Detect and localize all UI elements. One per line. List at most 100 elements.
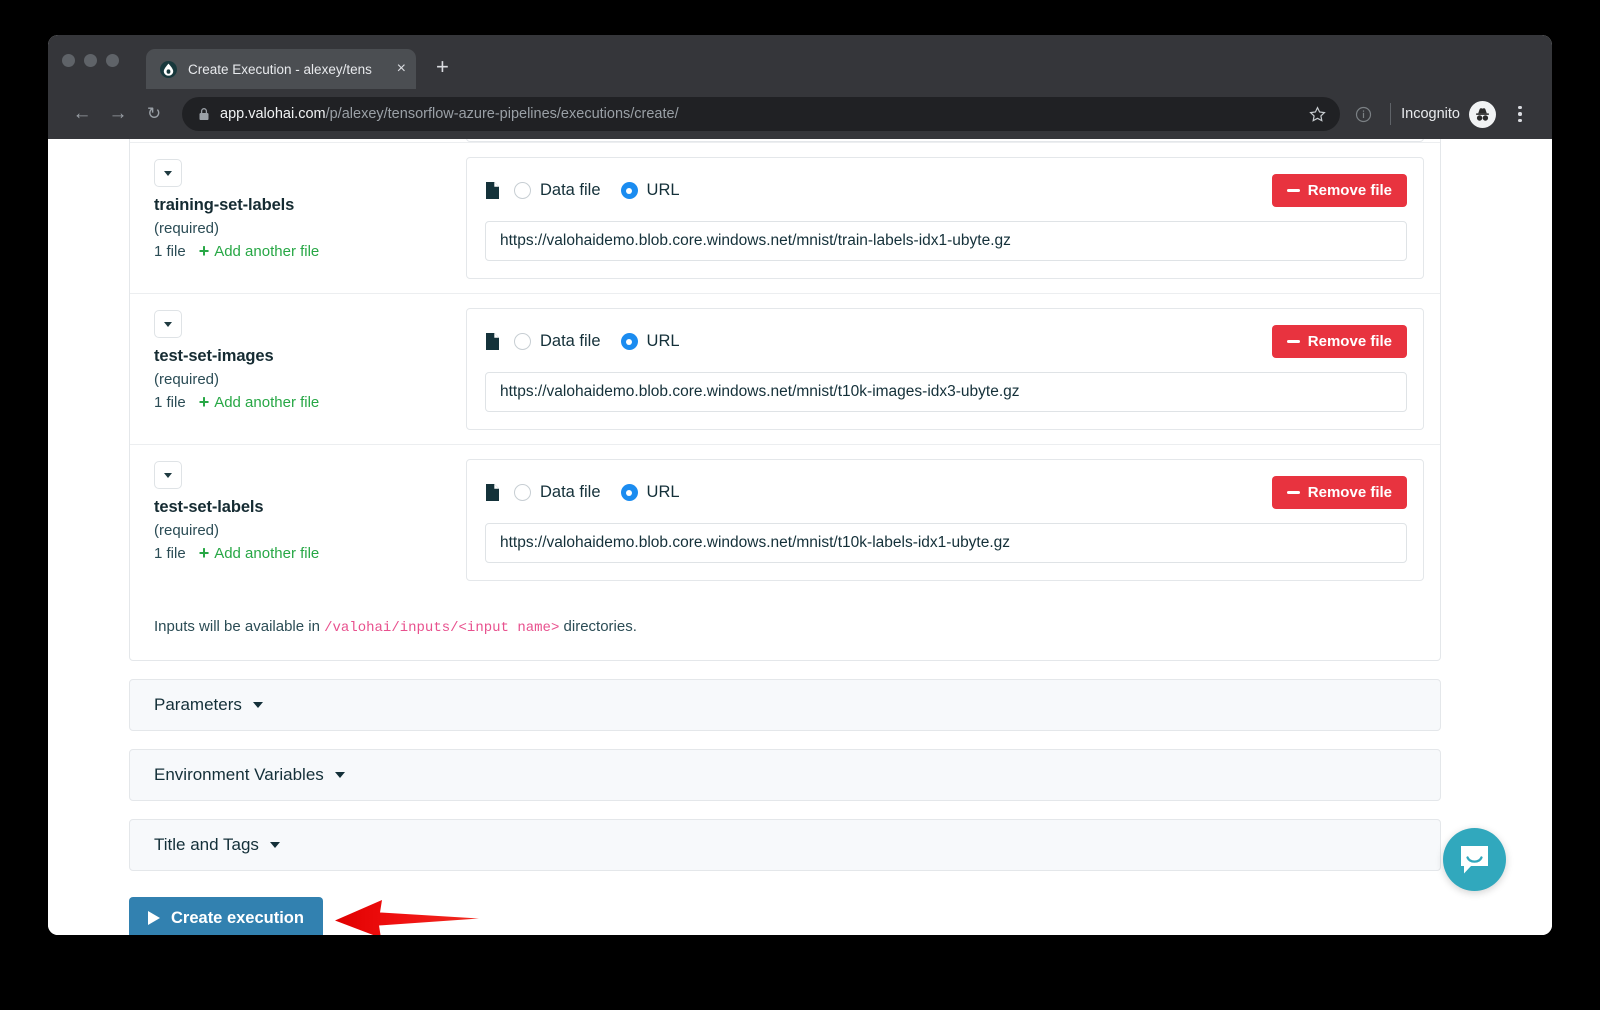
chevron-down-icon [334,772,345,778]
maximize-window-button[interactable] [106,54,119,67]
input-source-controls: Data file URL Remove file [485,325,1407,358]
radio-dot-selected [620,182,638,199]
reload-button[interactable]: ↻ [136,96,172,132]
radio-option-data-file[interactable]: Data file [514,332,601,351]
chevron-down-icon [269,842,280,848]
create-execution-button[interactable]: Create execution [129,897,323,935]
execution-form: training-set-labels (required) 1 file + … [129,139,1441,935]
remove-file-button[interactable]: Remove file [1271,325,1407,358]
section-environment-variables-label-group: Environment Variables [154,765,345,785]
browser-window: Create Execution - alexey/tens × + ← → ↻… [48,35,1552,935]
chevron-down-icon [164,321,172,327]
chevron-down-icon [164,472,172,478]
note-code-path: /valohai/inputs/<input name> [324,620,560,636]
add-another-file-link[interactable]: + Add another file [199,544,320,562]
address-bar[interactable]: app.valohai.com/p/alexey/tensorflow-azur… [182,97,1341,131]
play-icon [148,911,160,925]
minus-icon [1286,340,1300,343]
section-environment-variables[interactable]: Environment Variables [129,749,1441,801]
back-button[interactable]: ← [64,96,100,132]
add-another-file-link[interactable]: + Add another file [199,242,320,260]
input-url-field[interactable] [485,372,1407,412]
add-another-file-label: Add another file [214,393,320,411]
radio-dot [514,182,531,199]
file-icon [485,181,500,200]
input-row-left: training-set-labels (required) 1 file + … [154,157,466,260]
remove-file-button[interactable]: Remove file [1271,476,1407,509]
radio-dot-selected [620,484,638,501]
address-bar-path: /p/alexey/tensorflow-azure-pipelines/exe… [325,106,679,122]
section-title-and-tags[interactable]: Title and Tags [129,819,1441,871]
input-name-label: test-set-images [154,347,274,365]
browser-tab[interactable]: Create Execution - alexey/tens × [146,49,416,89]
radio-dot [514,484,531,501]
input-file-line: 1 file + Add another file [154,544,466,562]
chat-bubble-icon [1461,846,1488,874]
input-row: training-set-labels (required) 1 file + … [130,142,1440,293]
input-expand-toggle[interactable] [154,461,182,489]
browser-tab-title: Create Execution - alexey/tens [188,61,372,77]
valohai-droplet-icon [160,60,177,78]
add-another-file-label: Add another file [214,242,320,260]
section-parameters-label-group: Parameters [154,695,263,715]
kebab-menu-icon[interactable] [1504,97,1536,131]
radio-dot-selected [620,333,638,350]
incognito-label: Incognito [1401,106,1460,122]
file-icon [485,483,500,502]
incognito-avatar-icon[interactable] [1469,100,1496,128]
inputs-card: training-set-labels (required) 1 file + … [129,139,1441,661]
radio-label: Data file [540,181,601,199]
input-file-count: 1 file [154,242,186,260]
browser-tab-strip: Create Execution - alexey/tens × + [48,35,1552,89]
minus-icon [1286,491,1300,494]
remove-file-button[interactable]: Remove file [1271,174,1407,207]
chevron-down-icon [252,702,263,708]
forward-button[interactable]: → [100,96,136,132]
input-file-line: 1 file + Add another file [154,242,466,260]
minimize-window-button[interactable] [84,54,97,67]
intercom-chat-launcher[interactable] [1443,828,1506,891]
radio-option-data-file[interactable]: Data file [514,483,601,502]
note-suffix: directories. [559,618,637,635]
input-required-label: (required) [154,371,220,388]
info-circle-icon[interactable] [1346,97,1380,131]
remove-file-label: Remove file [1307,333,1392,350]
add-another-file-label: Add another file [214,544,320,562]
input-url-field[interactable] [485,221,1407,261]
remove-file-label: Remove file [1307,484,1392,501]
input-expand-toggle[interactable] [154,159,182,187]
radio-dot [514,333,531,350]
radio-option-url[interactable]: URL [620,181,680,200]
file-icon [485,332,500,351]
radio-option-data-file[interactable]: Data file [514,181,601,200]
input-expand-toggle[interactable] [154,310,182,338]
input-required-label: (required) [154,522,220,539]
input-source-radio-group: Data file URL [514,332,1272,351]
plus-icon: + [198,241,210,261]
section-parameters[interactable]: Parameters [129,679,1441,731]
toolbar-right-cluster: Incognito [1346,97,1536,131]
star-icon[interactable] [1309,105,1326,123]
close-tab-button[interactable]: × [397,61,406,77]
form-actions: Create execution [129,897,1441,935]
remove-file-label: Remove file [1307,182,1392,199]
radio-label: Data file [540,483,601,501]
input-row: test-set-images (required) 1 file + Add … [130,293,1440,444]
radio-label: URL [646,483,680,501]
radio-option-url[interactable]: URL [620,332,680,351]
input-row-left: test-set-labels (required) 1 file + Add … [154,459,466,562]
address-bar-host: app.valohai.com [220,106,326,122]
input-source-radio-group: Data file URL [514,181,1272,200]
create-execution-label: Create execution [171,908,304,927]
chevron-down-icon [164,170,172,176]
new-tab-button[interactable]: + [436,56,449,78]
input-row-right [466,139,1424,142]
page-viewport: training-set-labels (required) 1 file + … [48,139,1552,935]
radio-option-url[interactable]: URL [620,483,680,502]
input-source-radio-group: Data file URL [514,483,1272,502]
add-another-file-link[interactable]: + Add another file [199,393,320,411]
input-source-controls: Data file URL Remove file [485,174,1407,207]
input-url-field[interactable] [485,523,1407,563]
radio-label: Data file [540,332,601,350]
close-window-button[interactable] [62,54,75,67]
